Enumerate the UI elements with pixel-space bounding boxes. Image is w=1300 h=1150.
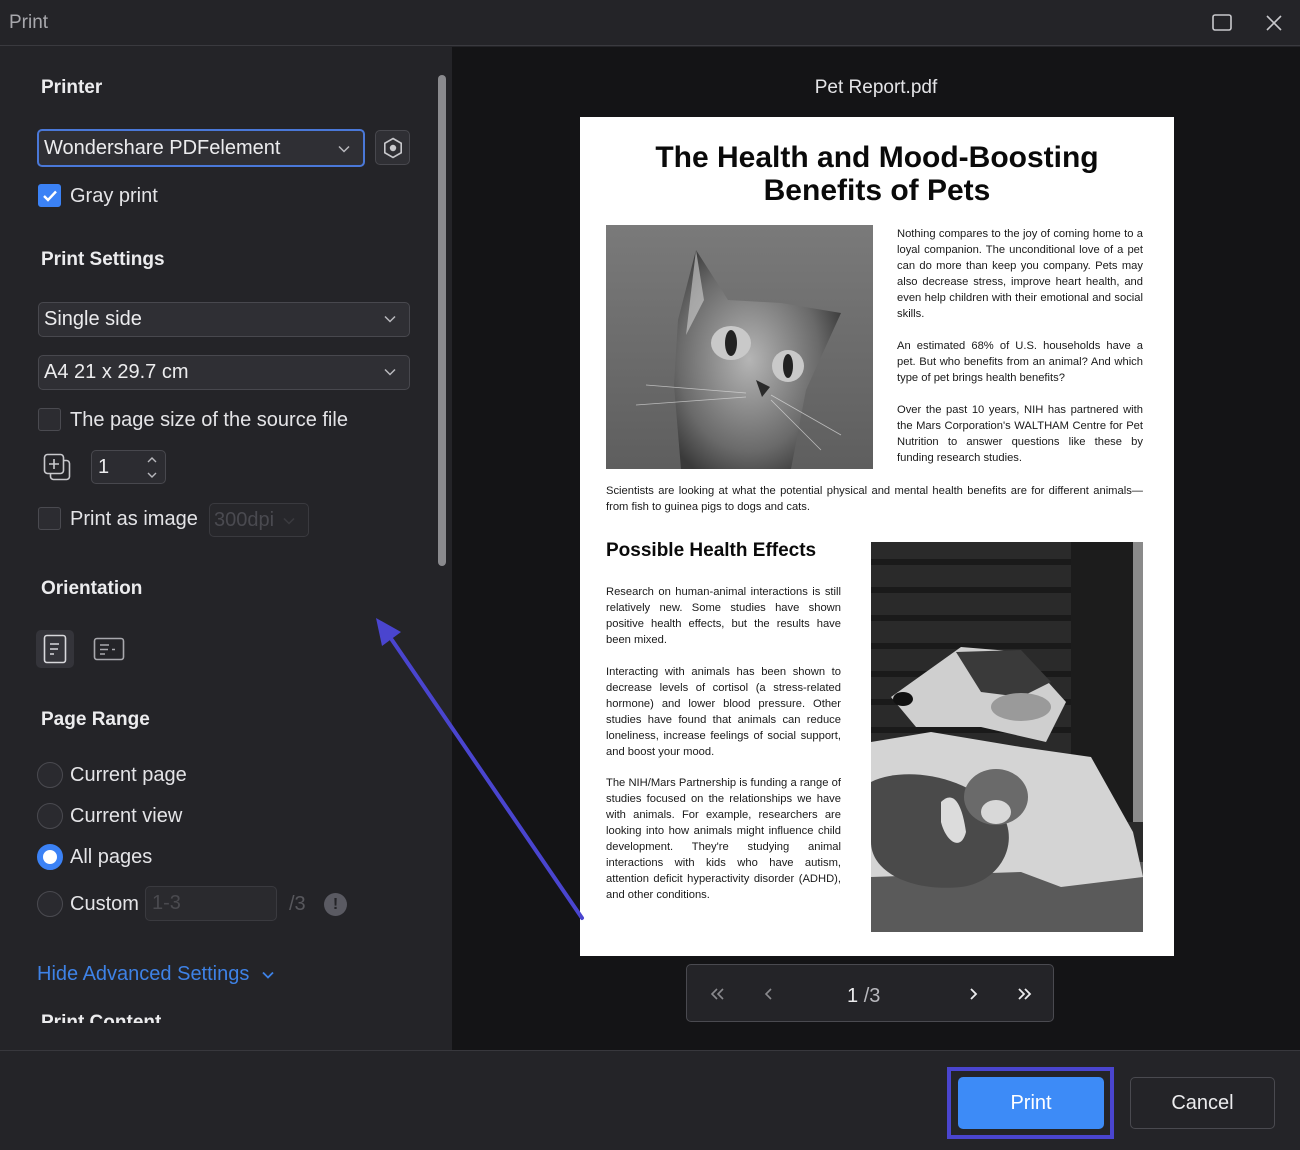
preview-file-name: Pet Report.pdf bbox=[814, 77, 938, 98]
close-button[interactable] bbox=[1260, 9, 1288, 37]
copies-value: 1 bbox=[98, 456, 110, 478]
section-paragraph: The NIH/Mars Partnership is funding a ra… bbox=[606, 777, 841, 901]
preview-panel: Pet Report.pdf The Health and Mood-Boost… bbox=[452, 47, 1300, 1050]
info-glyph: ! bbox=[332, 895, 339, 913]
printer-properties-icon bbox=[383, 137, 402, 158]
portrait-orientation-button[interactable] bbox=[36, 630, 74, 668]
first-page-icon bbox=[710, 988, 724, 1000]
checkmark-icon bbox=[42, 190, 57, 202]
copies-increment-button[interactable] bbox=[144, 453, 160, 467]
cat-photo-illustration bbox=[606, 225, 873, 469]
maximize-button[interactable] bbox=[1208, 9, 1236, 37]
current-page-radio[interactable] bbox=[37, 762, 63, 788]
gray-print-checkbox[interactable] bbox=[38, 184, 61, 207]
landscape-orientation-button[interactable] bbox=[90, 630, 128, 668]
current-page-label: Current page bbox=[70, 764, 187, 786]
previous-page-button[interactable] bbox=[756, 981, 782, 1007]
page-navigator: 1 /3 bbox=[686, 964, 1054, 1022]
title-bar: Print bbox=[0, 0, 1300, 46]
dog-and-cat-photo-illustration bbox=[871, 542, 1143, 932]
print-as-image-label: Print as image bbox=[70, 508, 198, 530]
hide-advanced-settings-label: Hide Advanced Settings bbox=[37, 963, 250, 985]
document-title-line-1: The Health and Mood-Boosting bbox=[655, 141, 1099, 174]
close-icon bbox=[1266, 15, 1282, 31]
cat-photo bbox=[606, 225, 873, 469]
dog-and-cat-photo bbox=[871, 542, 1143, 932]
hide-advanced-settings-link[interactable]: Hide Advanced Settings bbox=[37, 963, 275, 986]
info-icon[interactable]: ! bbox=[324, 893, 347, 916]
custom-range-total: /3 bbox=[289, 893, 306, 915]
maximize-icon bbox=[1212, 14, 1232, 31]
custom-range-input[interactable]: 1-3 bbox=[145, 886, 277, 921]
orientation-heading: Orientation bbox=[41, 578, 143, 599]
section-heading: Possible Health Effects bbox=[606, 540, 817, 561]
page-range-heading: Page Range bbox=[41, 709, 150, 730]
total-pages: /3 bbox=[863, 985, 881, 1007]
printer-properties-button[interactable] bbox=[375, 130, 410, 165]
cancel-button[interactable]: Cancel bbox=[1130, 1077, 1275, 1129]
section-paragraph: Interacting with animals has been shown … bbox=[606, 666, 841, 758]
chevron-down-icon bbox=[384, 368, 396, 376]
printer-select[interactable]: Wondershare PDFelement bbox=[37, 129, 365, 167]
paper-size-select[interactable]: A4 21 x 29.7 cm bbox=[38, 355, 410, 390]
dpi-select-value: 300dpi bbox=[214, 508, 275, 531]
intro-paragraph: Nothing compares to the joy of coming ho… bbox=[897, 228, 1143, 320]
last-page-icon bbox=[1018, 988, 1032, 1000]
document-title: The Health and Mood-Boosting Benefits of… bbox=[595, 141, 1159, 207]
print-button[interactable]: Print bbox=[958, 1077, 1104, 1129]
landscape-icon bbox=[93, 637, 125, 661]
print-as-image-checkbox[interactable] bbox=[38, 507, 61, 530]
previous-page-icon bbox=[764, 988, 772, 1000]
paper-size-select-value: A4 21 x 29.7 cm bbox=[44, 361, 189, 383]
chevron-up-icon bbox=[147, 457, 157, 463]
settings-scrollbar[interactable] bbox=[438, 75, 446, 566]
document-title-line-2: Benefits of Pets bbox=[763, 174, 991, 207]
sides-select[interactable]: Single side bbox=[38, 302, 410, 337]
print-content-heading-text: Print Content bbox=[41, 1012, 162, 1023]
custom-range-radio[interactable] bbox=[37, 891, 63, 917]
all-pages-radio[interactable] bbox=[37, 844, 63, 870]
full-width-paragraph: Scientists are looking at what the poten… bbox=[606, 485, 1143, 513]
dpi-select[interactable]: 300dpi bbox=[209, 503, 309, 537]
chevron-down-icon bbox=[147, 472, 157, 478]
first-page-button[interactable] bbox=[704, 981, 730, 1007]
current-view-label: Current view bbox=[70, 805, 183, 827]
current-view-radio[interactable] bbox=[37, 803, 63, 829]
source-page-size-label: The page size of the source file bbox=[70, 409, 348, 431]
gray-print-label: Gray print bbox=[70, 185, 158, 207]
next-page-button[interactable] bbox=[960, 981, 986, 1007]
next-page-icon bbox=[970, 988, 978, 1000]
source-page-size-checkbox[interactable] bbox=[38, 408, 61, 431]
dialog-footer: Print Cancel bbox=[0, 1050, 1300, 1150]
printer-select-value: Wondershare PDFelement bbox=[44, 136, 281, 159]
copies-decrement-button[interactable] bbox=[144, 468, 160, 482]
intro-paragraph: An estimated 68% of U.S. households have… bbox=[897, 340, 1143, 384]
print-settings-heading: Print Settings bbox=[41, 249, 165, 270]
intro-paragraph: Over the past 10 years, NIH has partnere… bbox=[897, 404, 1143, 464]
print-content-heading: Print Content bbox=[41, 1012, 161, 1023]
copies-icon bbox=[43, 453, 71, 481]
printer-heading: Printer bbox=[41, 77, 103, 98]
section-paragraph: Research on human-animal interactions is… bbox=[606, 586, 841, 646]
chevron-down-icon bbox=[384, 315, 396, 323]
custom-range-placeholder: 1-3 bbox=[152, 892, 181, 914]
sides-select-value: Single side bbox=[44, 308, 142, 330]
custom-range-label: Custom bbox=[70, 893, 139, 915]
document-page-preview: The Health and Mood-Boosting Benefits of… bbox=[580, 117, 1174, 956]
portrait-icon bbox=[43, 634, 67, 664]
chevron-down-icon bbox=[283, 517, 295, 525]
page-indicator: 1 /3 bbox=[847, 985, 880, 1008]
window-title: Print bbox=[9, 12, 49, 33]
copies-stepper[interactable]: 1 bbox=[91, 450, 166, 484]
chevron-down-icon bbox=[338, 145, 350, 153]
all-pages-label: All pages bbox=[70, 846, 153, 868]
settings-panel: Printer Wondershare PDFelement Gray prin… bbox=[0, 47, 452, 1050]
last-page-button[interactable] bbox=[1012, 981, 1038, 1007]
current-page-number: 1 bbox=[847, 985, 859, 1007]
chevron-down-icon bbox=[262, 971, 275, 979]
